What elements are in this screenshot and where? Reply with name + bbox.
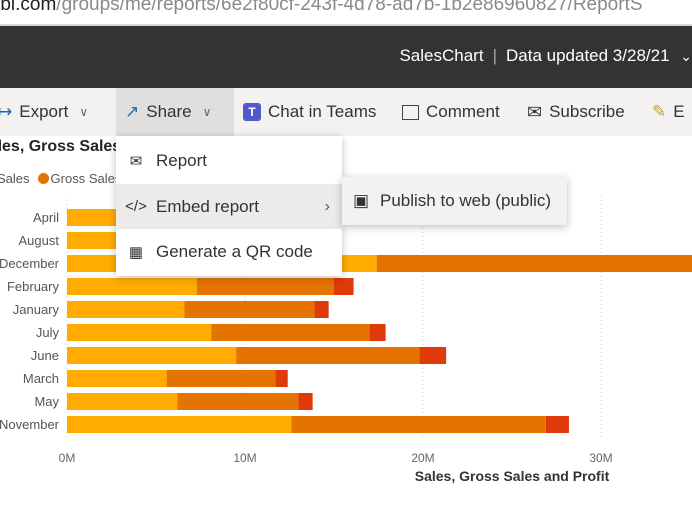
y-tick-label: March xyxy=(23,371,59,386)
bar-profit xyxy=(314,301,329,318)
y-tick-label: November xyxy=(0,417,60,432)
code-icon: </> xyxy=(125,198,147,215)
comment-icon xyxy=(402,104,419,120)
menu-item-report[interactable]: ✉ Report xyxy=(116,138,342,183)
menu-item-generate-qr-code[interactable]: ▦ Generate a QR code xyxy=(116,229,342,274)
bar-gross-sales xyxy=(166,370,276,387)
bar-gross-sales xyxy=(291,416,546,433)
x-tick-label: 20M xyxy=(411,451,434,465)
menu-item-embed-report[interactable]: </> Embed report › xyxy=(116,184,342,229)
bar-profit xyxy=(419,347,447,364)
bar-profit xyxy=(334,278,354,295)
edit-button[interactable]: ✎ E xyxy=(652,88,685,136)
share-label: Share xyxy=(146,102,192,121)
chevron-right-icon: › xyxy=(324,197,330,215)
x-tick-label: 0M xyxy=(59,451,76,465)
x-tick-label: 30M xyxy=(589,451,612,465)
y-tick-label: December xyxy=(0,256,60,271)
y-tick-label: May xyxy=(34,394,59,409)
bar-sales xyxy=(67,278,197,295)
bar-gross-sales xyxy=(177,393,299,410)
chat-in-teams-label: Chat in Teams xyxy=(268,102,377,121)
comment-label: Comment xyxy=(426,102,500,121)
export-button[interactable]: ↦ Export ∨ xyxy=(0,88,88,136)
publish-web-icon: ▣ xyxy=(352,191,370,210)
comment-button[interactable]: Comment xyxy=(402,88,500,136)
menu-item-publish-to-web[interactable]: ▣ Publish to web (public) xyxy=(342,177,567,225)
teams-icon: T xyxy=(243,103,261,121)
y-tick-label: January xyxy=(13,302,60,317)
edit-label: E xyxy=(673,102,685,121)
y-tick-label: June xyxy=(31,348,59,363)
mail-icon: ✉ xyxy=(527,101,543,122)
bar-profit xyxy=(275,370,288,387)
bar-sales xyxy=(67,324,212,341)
qr-code-icon: ▦ xyxy=(128,243,144,261)
chevron-down-icon: ∨ xyxy=(79,105,89,119)
chat-in-teams-button[interactable]: T Chat in Teams xyxy=(243,88,376,136)
bar-gross-sales xyxy=(211,324,370,341)
menu-item-label: Report xyxy=(156,150,208,170)
report-header: SalesChart | Data updated 3/28/21 ⌄ xyxy=(0,26,692,88)
chevron-down-icon[interactable]: ⌄ xyxy=(680,48,692,64)
subscribe-button[interactable]: ✉ Subscribe xyxy=(527,88,625,136)
bar-profit xyxy=(545,416,569,433)
header-divider: | xyxy=(492,46,497,65)
y-tick-label: February xyxy=(7,279,60,294)
x-tick-label: 10M xyxy=(233,451,256,465)
bar-sales xyxy=(67,370,167,387)
bar-gross-sales xyxy=(184,301,315,318)
bar-sales xyxy=(67,301,185,318)
export-label: Export xyxy=(19,102,69,121)
share-menu: ✉ Report </> Embed report › ▦ Generate a… xyxy=(116,136,342,276)
export-icon: ↦ xyxy=(0,102,13,121)
bar-gross-sales xyxy=(196,278,334,295)
pencil-icon: ✎ xyxy=(652,102,667,121)
chevron-down-icon: ∨ xyxy=(202,105,212,119)
y-tick-label: April xyxy=(33,210,59,225)
x-axis-title: Sales, Gross Sales and Profit xyxy=(415,468,610,484)
y-tick-label: August xyxy=(19,233,60,248)
share-button[interactable]: ↗ Share ∨ xyxy=(116,88,234,136)
url-path: /groups/me/reports/6e2f80cf-243f-4d78-ad… xyxy=(56,0,643,15)
url-host: rbi.com xyxy=(0,0,57,15)
share-icon: ↗ xyxy=(125,102,140,121)
data-updated: Data updated 3/28/21 xyxy=(506,46,670,65)
bar-profit xyxy=(369,324,386,341)
bar-sales xyxy=(67,347,237,364)
bar-gross-sales xyxy=(236,347,420,364)
menu-item-label: Generate a QR code xyxy=(156,241,313,261)
subscribe-label: Subscribe xyxy=(549,102,625,121)
bar-sales xyxy=(67,416,292,433)
y-tick-label: July xyxy=(36,325,60,340)
toolbar: ↦ Export ∨ ↗ Share ∨ T Chat in Teams Comme… xyxy=(0,88,692,136)
report-name: SalesChart xyxy=(399,46,484,65)
address-bar[interactable]: rbi.com/groups/me/reports/6e2f80cf-243f-… xyxy=(0,0,692,26)
menu-item-label: Embed report xyxy=(156,196,259,216)
publish-to-web-label: Publish to web (public) xyxy=(380,191,552,210)
bar-sales xyxy=(67,393,178,410)
bar-gross-sales xyxy=(376,255,692,272)
mail-report-icon: ✉ xyxy=(129,152,143,170)
bar-profit xyxy=(298,393,313,410)
